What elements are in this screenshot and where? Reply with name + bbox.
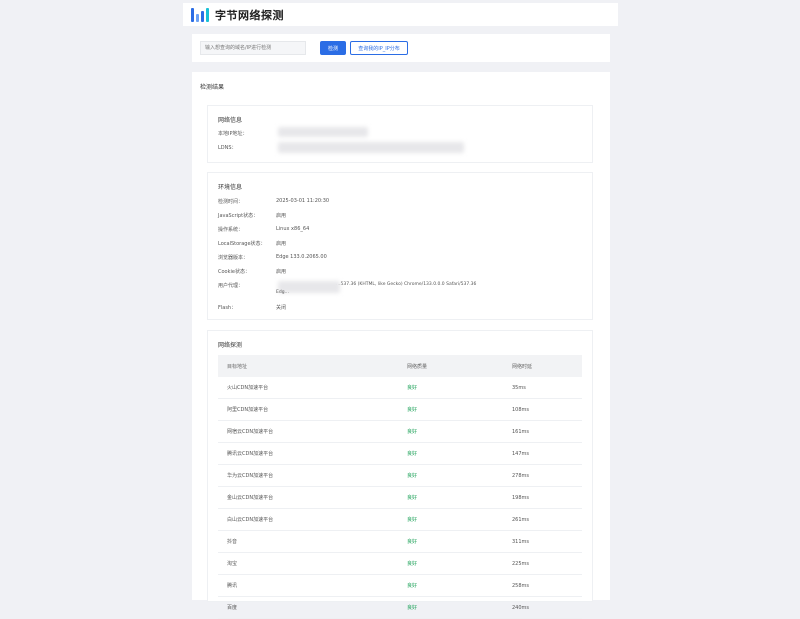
env-row: LocalStorage状态： 启用 xyxy=(218,240,286,247)
env-value: 2025-03-01 11:20:30 xyxy=(276,198,330,204)
table-row: 白山云CDN加速平台 良好 261ms xyxy=(218,508,582,531)
env-key: JavaScript状态： xyxy=(218,213,259,219)
brand-title: 字节网络探测 xyxy=(215,8,284,22)
target-cell: 腾讯云CDN加速平台 xyxy=(218,442,398,465)
target-cell: 腾讯 xyxy=(218,574,398,597)
env-row: Flash： 关闭 xyxy=(218,304,286,311)
user-agent-row-2: Edg… xyxy=(276,290,289,295)
env-value: Edge 133.0.2065.00 xyxy=(276,254,327,260)
latency-cell: 311ms xyxy=(503,530,582,553)
ldns-row: LDNS： xyxy=(218,144,276,151)
latency-cell: 147ms xyxy=(503,442,582,465)
env-key: Flash： xyxy=(218,305,237,311)
env-key: 操作系统： xyxy=(218,227,244,233)
quality-cell: 良好 xyxy=(398,398,503,421)
quality-cell: 良好 xyxy=(398,508,503,531)
env-key: 浏览器版本： xyxy=(218,255,249,261)
quality-cell: 良好 xyxy=(398,464,503,487)
env-key: 检测时间： xyxy=(218,199,244,205)
environment-title: 环境信息 xyxy=(218,184,243,191)
env-value: 启用 xyxy=(276,213,287,219)
ldns-label: LDNS： xyxy=(218,145,237,151)
target-cell: 淘宝 xyxy=(218,552,398,575)
table-row: 抖音 良好 311ms xyxy=(218,530,582,553)
env-row: 操作系统： Linux x86_64 xyxy=(218,226,309,233)
search-input[interactable] xyxy=(200,41,306,55)
env-row: Cookie状态： 启用 xyxy=(218,268,286,275)
env-value: 关闭 xyxy=(276,305,287,311)
env-value: Linux x86_64 xyxy=(276,226,310,232)
user-agent-value-2: Edg… xyxy=(276,290,290,295)
probe-card: 网络探测 目标地址 网络质量 网络时延 火山CDN加速平台 良好 35ms 阿里CD… xyxy=(207,330,593,619)
user-agent-row: 用户代理： …537.36 (KHTML, like Gecko) Chrome… xyxy=(218,282,476,289)
my-ip-button[interactable]: 查询我的IP_IP分布 xyxy=(350,41,408,55)
col-target: 目标地址 xyxy=(218,355,398,377)
latency-cell: 261ms xyxy=(503,508,582,531)
env-key: LocalStorage状态： xyxy=(218,241,266,247)
quality-cell: 良好 xyxy=(398,574,503,597)
quality-cell: 良好 xyxy=(398,442,503,465)
latency-cell: 258ms xyxy=(503,574,582,597)
redacted-ldns xyxy=(278,142,464,153)
table-row: 网宿云CDN加速平台 良好 161ms xyxy=(218,420,582,443)
col-latency: 网络时延 xyxy=(503,355,582,377)
local-ip-row: 本地IP地址： xyxy=(218,130,276,137)
col-quality: 网络质量 xyxy=(398,355,503,377)
search-button[interactable]: 检测 xyxy=(320,41,346,55)
latency-cell: 278ms xyxy=(503,464,582,487)
env-value: 启用 xyxy=(276,269,287,275)
target-cell: 华为云CDN加速平台 xyxy=(218,464,398,487)
table-row: 淘宝 良好 225ms xyxy=(218,552,582,575)
table-row: 腾讯 良好 258ms xyxy=(218,574,582,597)
latency-cell: 198ms xyxy=(503,486,582,509)
table-header: 目标地址 网络质量 网络时延 xyxy=(218,355,582,377)
latency-cell: 108ms xyxy=(503,398,582,421)
table-row: 腾讯云CDN加速平台 良好 147ms xyxy=(218,442,582,465)
results-panel: 检测结果 网络信息 本地IP地址： LDNS： 环境信息 检测时间： 2025-0… xyxy=(192,72,610,619)
table-row: 金山云CDN加速平台 良好 198ms xyxy=(218,486,582,509)
latency-cell: 35ms xyxy=(503,377,582,399)
quality-cell: 良好 xyxy=(398,530,503,553)
table-row: 华为云CDN加速平台 良好 278ms xyxy=(218,464,582,487)
probe-table: 目标地址 网络质量 网络时延 火山CDN加速平台 良好 35ms 阿里CDN加速平台… xyxy=(218,355,582,619)
environment-card: 环境信息 检测时间： 2025-03-01 11:20:30 JavaScript… xyxy=(207,172,593,320)
target-cell: 抖音 xyxy=(218,530,398,553)
target-cell: 阿里CDN加速平台 xyxy=(218,398,398,421)
target-cell: 白山云CDN加速平台 xyxy=(218,508,398,531)
target-cell: 金山云CDN加速平台 xyxy=(218,486,398,509)
search-bar: 检测 查询我的IP_IP分布 xyxy=(192,34,610,62)
user-agent-value: …537.36 (KHTML, like Gecko) Chrome/133.0… xyxy=(336,282,477,287)
quality-cell: 良好 xyxy=(398,420,503,443)
quality-cell: 良好 xyxy=(398,552,503,575)
env-key: 用户代理： xyxy=(218,283,244,289)
env-row: 检测时间： 2025-03-01 11:20:30 xyxy=(218,198,329,205)
redacted-ip xyxy=(278,127,368,137)
local-ip-label: 本地IP地址： xyxy=(218,131,248,137)
target-cell: 网宿云CDN加速平台 xyxy=(218,420,398,443)
table-row: 火山CDN加速平台 良好 35ms xyxy=(218,377,582,399)
env-row: 浏览器版本： Edge 133.0.2065.00 xyxy=(218,254,327,261)
env-row: JavaScript状态： 启用 xyxy=(218,212,286,219)
quality-cell: 良好 xyxy=(398,377,503,399)
app-header: 字节网络探测 xyxy=(183,3,618,26)
latency-cell: 225ms xyxy=(503,552,582,575)
probe-title: 网络探测 xyxy=(218,342,243,349)
network-info-title: 网络信息 xyxy=(218,117,243,124)
results-title: 检测结果 xyxy=(200,84,225,91)
env-key: Cookie状态： xyxy=(218,269,250,275)
target-cell: 火山CDN加速平台 xyxy=(218,377,398,399)
network-info-card: 网络信息 本地IP地址： LDNS： xyxy=(207,105,593,163)
env-value: 启用 xyxy=(276,241,287,247)
logo-icon xyxy=(191,7,209,22)
quality-cell: 良好 xyxy=(398,486,503,509)
latency-cell: 161ms xyxy=(503,420,582,443)
table-row: 阿里CDN加速平台 良好 108ms xyxy=(218,398,582,421)
